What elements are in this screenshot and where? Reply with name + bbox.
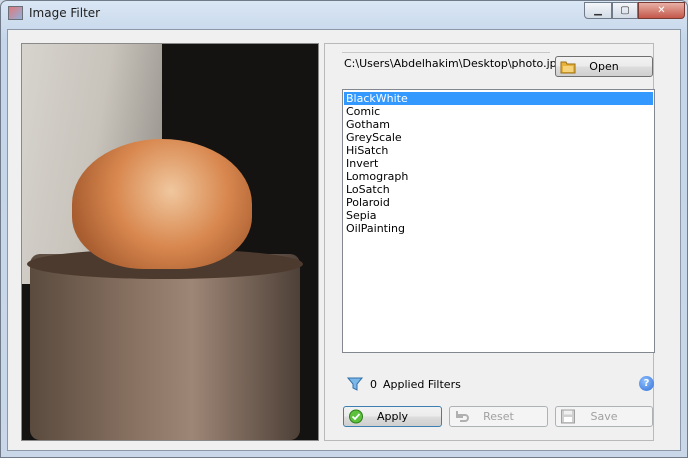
filter-list-item[interactable]: BlackWhite — [344, 92, 653, 105]
title-bar[interactable]: Image Filter ▁ ▢ ✕ — [1, 1, 687, 25]
filter-list-item[interactable]: HiSatch — [344, 144, 653, 157]
floppy-icon — [560, 409, 576, 424]
filter-list-item[interactable]: GreyScale — [344, 131, 653, 144]
apply-button-label: Apply — [376, 410, 409, 423]
window-title: Image Filter — [29, 6, 101, 20]
filter-list-item[interactable]: Comic — [344, 105, 653, 118]
maximize-button[interactable]: ▢ — [612, 2, 638, 19]
filter-list[interactable]: BlackWhite Comic Gotham GreyScale HiSatch Inv… — [342, 89, 655, 353]
save-button[interactable]: Save — [555, 406, 653, 427]
filter-list-item[interactable]: Sepia — [344, 209, 653, 222]
applied-filters-label: Applied Filters — [383, 378, 461, 391]
open-button[interactable]: Open — [555, 56, 653, 77]
minimize-button[interactable]: ▁ — [584, 2, 612, 19]
applied-filters-count: 0 — [370, 378, 377, 391]
client-area: C:\Users\Abdelhakim\Desktop\photo.jpg Op… — [7, 29, 681, 451]
photo-cat — [72, 139, 252, 269]
undo-icon — [454, 409, 470, 424]
filter-list-item[interactable]: Lomograph — [344, 170, 653, 183]
filter-list-item[interactable]: Invert — [344, 157, 653, 170]
check-icon — [348, 409, 364, 424]
reset-button[interactable]: Reset — [449, 406, 548, 427]
filter-list-item[interactable]: LoSatch — [344, 183, 653, 196]
close-button[interactable]: ✕ — [638, 2, 685, 19]
filter-list-item[interactable]: Gotham — [344, 118, 653, 131]
funnel-icon — [346, 376, 364, 392]
photo-pot — [30, 254, 300, 440]
app-window: Image Filter ▁ ▢ ✕ C:\Users\Abdelhakim\D… — [0, 0, 688, 458]
image-preview — [21, 43, 319, 441]
open-button-label: Open — [589, 60, 619, 73]
apply-button[interactable]: Apply — [343, 406, 442, 427]
file-path-label: C:\Users\Abdelhakim\Desktop\photo.jpg — [342, 52, 564, 75]
folder-icon — [560, 59, 576, 74]
filter-list-item[interactable]: OilPainting — [344, 222, 653, 235]
app-icon — [8, 6, 23, 20]
reset-button-label: Reset — [483, 410, 514, 423]
filter-list-item[interactable]: Polaroid — [344, 196, 653, 209]
save-button-label: Save — [590, 410, 618, 423]
help-icon[interactable]: ? — [639, 376, 654, 391]
